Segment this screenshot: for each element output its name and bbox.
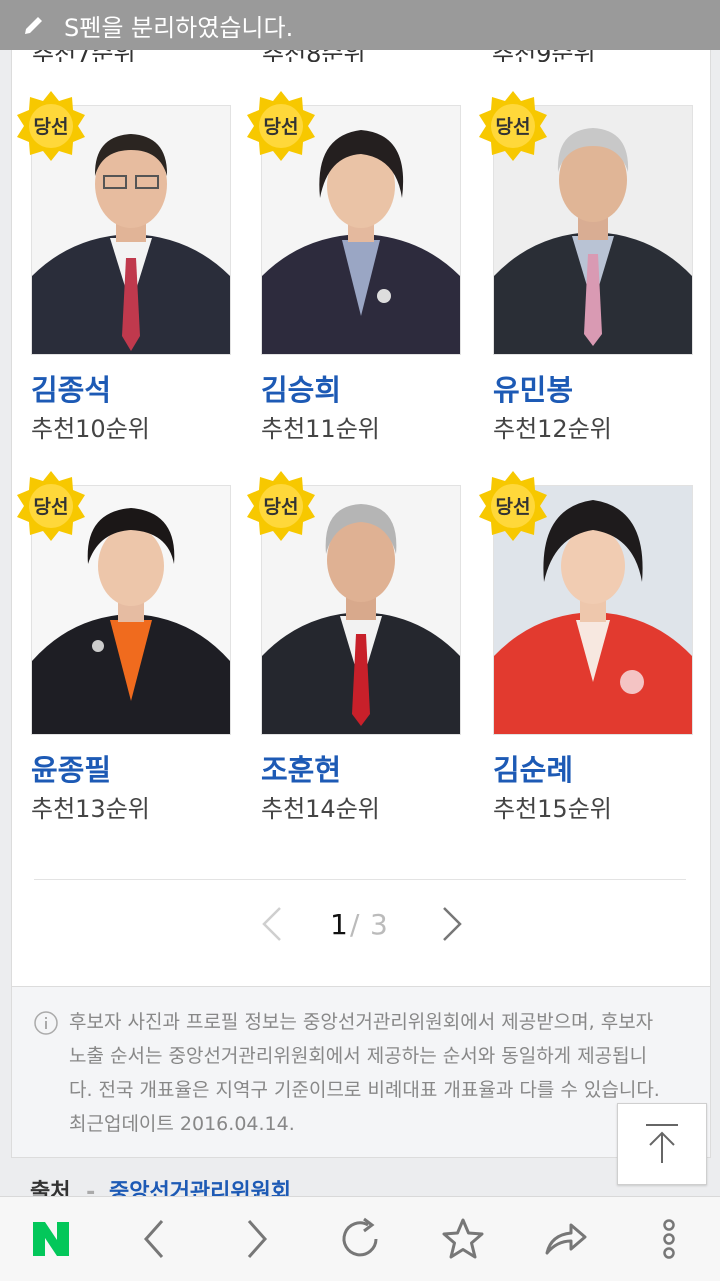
reload-icon xyxy=(342,1217,378,1257)
more-menu-icon xyxy=(663,1219,675,1259)
candidate-rank: 추천12순위 xyxy=(493,415,612,443)
info-icon xyxy=(34,1011,58,1035)
candidate-card: 추천7순위 추천8순위 추천9순위 당선 김종석 추천10순위 xyxy=(11,50,711,987)
candidate-name[interactable]: 김순례 xyxy=(493,747,573,789)
share-button[interactable] xyxy=(542,1215,590,1263)
source-link[interactable]: 중앙선거관리위원회 xyxy=(109,1180,291,1196)
candidate-name[interactable]: 김종석 xyxy=(31,367,111,409)
candidate-name[interactable]: 윤종필 xyxy=(31,747,111,789)
bookmark-button[interactable] xyxy=(439,1215,487,1263)
candidate-rank: 추천13순위 xyxy=(31,795,150,823)
source-separator: - xyxy=(86,1180,96,1196)
pagination: 1 / 3 xyxy=(12,900,710,950)
forward-button[interactable] xyxy=(233,1215,281,1263)
candidate-rank: 추천10순위 xyxy=(31,415,150,443)
candidate-rank: 추천15순위 xyxy=(493,795,612,823)
cut-rank: 추천7순위 xyxy=(32,50,136,62)
previous-row-cut: 추천7순위 추천8순위 추천9순위 xyxy=(12,50,710,62)
share-icon xyxy=(545,1223,587,1255)
back-icon xyxy=(143,1220,164,1258)
elected-badge: 당선 xyxy=(243,467,319,543)
info-notice: 후보자 사진과 프로필 정보는 중앙선거관리위원회에서 제공받으며, 후보자 노… xyxy=(11,987,711,1158)
page-separator: / xyxy=(350,908,360,941)
total-pages: 3 xyxy=(370,908,388,941)
elected-badge: 당선 xyxy=(475,87,551,163)
elected-badge: 당선 xyxy=(475,467,551,543)
candidate-name[interactable]: 유민봉 xyxy=(493,367,573,409)
naver-home-button[interactable] xyxy=(27,1215,75,1263)
current-page: 1 xyxy=(330,908,348,941)
candidate-name[interactable]: 김승희 xyxy=(261,367,341,409)
source-label: 출처 xyxy=(30,1180,71,1196)
back-button[interactable] xyxy=(130,1215,178,1263)
arrow-up-icon xyxy=(646,1124,678,1163)
cut-rank: 추천9순위 xyxy=(492,50,596,62)
pen-icon xyxy=(25,17,42,34)
reload-button[interactable] xyxy=(336,1215,384,1263)
more-menu-button[interactable] xyxy=(645,1215,693,1263)
candidate-rank: 추천14순위 xyxy=(261,795,380,823)
cut-rank: 추천8순위 xyxy=(262,50,366,62)
naver-home-icon xyxy=(33,1222,69,1256)
elected-badge: 당선 xyxy=(243,87,319,163)
notice-text: 후보자 사진과 프로필 정보는 중앙선거관리위원회에서 제공받으며, 후보자 노… xyxy=(69,1011,660,1135)
browser-bottom-bar xyxy=(0,1196,720,1281)
spen-toast: S펜을 분리하였습니다. xyxy=(0,0,720,50)
forward-icon xyxy=(247,1220,268,1258)
bookmark-star-icon xyxy=(442,1218,484,1259)
source-line: 출처 - 중앙선거관리위원회 xyxy=(30,1174,291,1196)
prev-page-icon[interactable] xyxy=(260,906,284,942)
elected-badge: 당선 xyxy=(13,87,89,163)
elected-badge: 당선 xyxy=(13,467,89,543)
scroll-top-button[interactable] xyxy=(617,1103,707,1185)
divider xyxy=(34,879,686,880)
toast-text: S펜을 분리하였습니다. xyxy=(64,13,294,42)
candidate-rank: 추천11순위 xyxy=(261,415,380,443)
candidate-name[interactable]: 조훈현 xyxy=(261,747,341,789)
next-page-icon[interactable] xyxy=(440,906,464,942)
